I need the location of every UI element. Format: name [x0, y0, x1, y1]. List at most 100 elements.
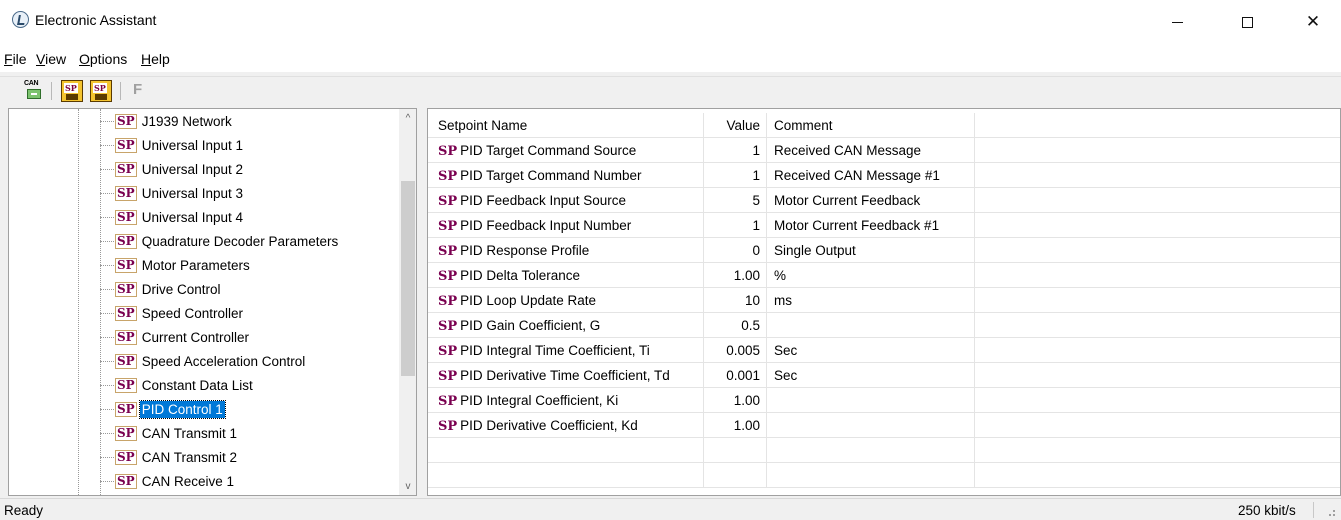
setpoint-value-cell[interactable]: 5 — [704, 188, 767, 213]
table-row[interactable]: SP PID Integral Coefficient, Ki 1.00 — [428, 388, 1340, 413]
can-connect-button[interactable]: CAN — [24, 80, 46, 102]
setpoint-icon: SP — [115, 257, 137, 273]
chevron-up-icon: ^ — [405, 112, 411, 124]
tree-item[interactable]: SP Current Controller — [100, 326, 251, 348]
setpoint-name-cell[interactable]: SP PID Target Command Number — [428, 163, 704, 188]
open-setpoint-file-button[interactable]: SP — [61, 80, 83, 102]
menu-help[interactable]: Help — [141, 51, 170, 67]
tree-item[interactable]: SP Quadrature Decoder Parameters — [100, 230, 340, 252]
table-row[interactable]: SP PID Target Command Number 1 Received CAN… — [428, 163, 1340, 188]
setpoint-value-cell[interactable]: 0 — [704, 238, 767, 263]
setpoint-value-cell[interactable]: 1 — [704, 163, 767, 188]
tree-item[interactable]: SP CAN Transmit 2 — [100, 446, 239, 468]
table-row[interactable]: SP PID Feedback Input Number 1 Motor Curren… — [428, 213, 1340, 238]
setpoint-comment-cell: Sec — [767, 363, 975, 388]
tree-item-label: CAN Receive 1 — [141, 473, 234, 489]
menu-options[interactable]: Options — [79, 51, 127, 67]
tree-item[interactable]: SP PID Control 1 — [100, 398, 226, 420]
setpoint-name: PID Response Profile — [460, 243, 590, 258]
menu-view[interactable]: View — [36, 51, 66, 67]
scroll-thumb[interactable] — [401, 181, 415, 376]
scroll-up-button[interactable]: ^ — [399, 109, 416, 127]
tree-item[interactable]: SP Speed Acceleration Control — [100, 350, 307, 372]
setpoint-name-cell[interactable]: SP PID Gain Coefficient, G — [428, 313, 704, 338]
table-row[interactable]: SP PID Target Command Source 1 Received CAN… — [428, 138, 1340, 163]
maximize-button[interactable] — [1224, 0, 1270, 44]
setpoint-value-cell[interactable]: 1 — [704, 138, 767, 163]
table-row[interactable]: SP PID Derivative Time Coefficient, Td 0.0… — [428, 363, 1340, 388]
tree-item[interactable]: SP Universal Input 3 — [100, 182, 245, 204]
tree-item-label: Universal Input 1 — [141, 137, 244, 153]
tree-connector — [100, 360, 114, 362]
minimize-button[interactable] — [1154, 0, 1200, 44]
tree-item[interactable]: SP Drive Control — [100, 278, 222, 300]
tree-item[interactable]: SP Speed Controller — [100, 302, 245, 324]
tree-item[interactable]: SP CAN Transmit 1 — [100, 422, 239, 444]
menu-options-label: ptions — [89, 51, 128, 67]
resize-grip-icon[interactable] — [1326, 507, 1336, 517]
tree-item[interactable]: SP Constant Data List — [100, 374, 255, 396]
open-setpoint-icon: SP — [64, 83, 78, 93]
close-button[interactable]: ✕ — [1290, 0, 1336, 44]
menu-help-mnemonic: H — [141, 51, 152, 67]
table-row[interactable]: SP PID Integral Time Coefficient, Ti 0.005… — [428, 338, 1340, 363]
tree-item[interactable]: SP Universal Input 1 — [100, 134, 245, 156]
setpoint-name-cell[interactable]: SP PID Loop Update Rate — [428, 288, 704, 313]
setpoint-value-cell[interactable]: 10 — [704, 288, 767, 313]
tree-scrollbar[interactable]: ^ v — [399, 109, 416, 495]
tree-item[interactable]: SP J1939 Network — [100, 110, 234, 132]
setpoint-icon: SP — [115, 305, 137, 321]
setpoint-icon: SP — [115, 449, 137, 465]
header-setpoint-name[interactable]: Setpoint Name — [428, 113, 704, 138]
title-bar: Electronic Assistant ✕ — [0, 0, 1341, 44]
setpoint-name-cell[interactable]: SP PID Integral Coefficient, Ki — [428, 388, 704, 413]
tree-connector — [100, 288, 114, 290]
setpoint-name-cell[interactable]: SP PID Integral Time Coefficient, Ti — [428, 338, 704, 363]
tree-connector — [100, 144, 114, 146]
setpoint-name-cell[interactable]: SP PID Derivative Coefficient, Kd — [428, 413, 704, 438]
setpoint-value-cell[interactable]: 0.5 — [704, 313, 767, 338]
setpoint-name-cell[interactable]: SP PID Response Profile — [428, 238, 704, 263]
setpoint-icon: SP — [438, 144, 458, 159]
table-row[interactable]: SP PID Derivative Coefficient, Kd 1.00 — [428, 413, 1340, 438]
header-comment[interactable]: Comment — [767, 113, 975, 138]
setpoint-value-cell[interactable]: 1 — [704, 213, 767, 238]
tree-item[interactable]: SP CAN Receive 1 — [100, 470, 236, 492]
flash-button[interactable]: F — [133, 81, 155, 103]
setpoint-name-cell[interactable]: SP PID Target Command Source — [428, 138, 704, 163]
tree-item[interactable]: SP Motor Parameters — [100, 254, 252, 276]
setpoint-value-cell[interactable]: 1.00 — [704, 413, 767, 438]
tree-connector — [100, 192, 114, 194]
setpoint-tree[interactable]: SP J1939 Network SP Universal Input 1 SP Univ… — [8, 108, 417, 496]
save-setpoint-file-button[interactable]: SP — [90, 80, 112, 102]
setpoint-name-cell[interactable]: SP PID Derivative Time Coefficient, Td — [428, 363, 704, 388]
table-row[interactable]: SP PID Loop Update Rate 10 ms — [428, 288, 1340, 313]
setpoint-name-cell[interactable]: SP PID Feedback Input Number — [428, 213, 704, 238]
setpoint-value-cell[interactable]: 0.001 — [704, 363, 767, 388]
tree-item[interactable]: SP Universal Input 4 — [100, 206, 245, 228]
setpoint-value-cell[interactable]: 1.00 — [704, 388, 767, 413]
filler-cell — [975, 213, 1340, 238]
scroll-down-button[interactable]: v — [399, 477, 416, 495]
menu-file[interactable]: File — [4, 51, 27, 67]
tree-connector — [100, 456, 114, 458]
setpoint-grid[interactable]: Setpoint Name Value Comment SP PID Target… — [427, 108, 1341, 496]
header-value[interactable]: Value — [704, 113, 767, 138]
tree-connector — [100, 480, 114, 482]
table-row[interactable]: SP PID Response Profile 0 Single Output — [428, 238, 1340, 263]
table-row[interactable]: SP PID Delta Tolerance 1.00% — [428, 263, 1340, 288]
empty-cell — [767, 463, 975, 488]
setpoint-icon: SP — [115, 185, 137, 201]
setpoint-name-cell[interactable]: SP PID Feedback Input Source — [428, 188, 704, 213]
toolbar-separator — [51, 82, 52, 100]
setpoint-value-cell[interactable]: 1.00 — [704, 263, 767, 288]
setpoint-name-cell[interactable]: SP PID Delta Tolerance — [428, 263, 704, 288]
tree-item[interactable]: SP Universal Input 2 — [100, 158, 245, 180]
menu-file-label: ile — [12, 51, 27, 67]
tree-connector — [100, 240, 114, 242]
table-row[interactable]: SP PID Feedback Input Source 5 Motor Curren… — [428, 188, 1340, 213]
setpoint-icon: SP — [115, 281, 137, 297]
setpoint-icon: SP — [438, 169, 458, 184]
setpoint-value-cell[interactable]: 0.005 — [704, 338, 767, 363]
table-row[interactable]: SP PID Gain Coefficient, G 0.5 — [428, 313, 1340, 338]
